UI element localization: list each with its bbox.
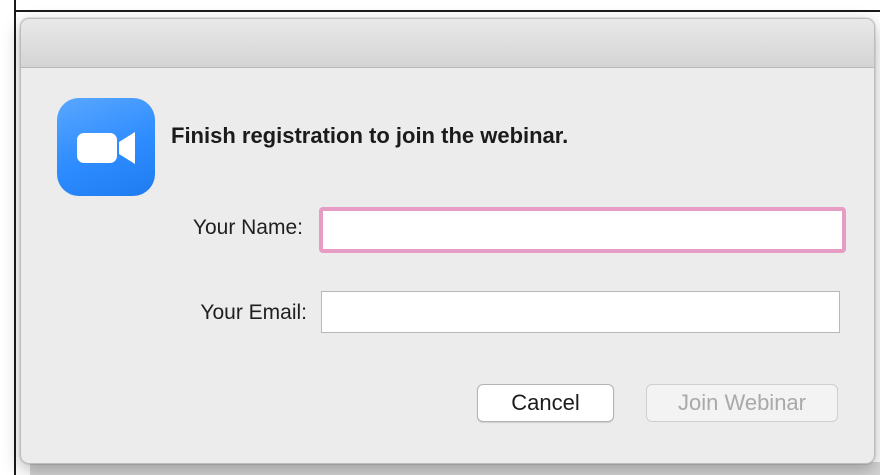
name-input[interactable] xyxy=(319,207,846,253)
window-frame-top-edge xyxy=(0,0,880,12)
join-webinar-button[interactable]: Join Webinar xyxy=(646,384,838,422)
cancel-button[interactable]: Cancel xyxy=(477,384,614,422)
video-camera-glyph xyxy=(77,132,135,164)
join-webinar-button-label: Join Webinar xyxy=(678,390,806,415)
cancel-button-label: Cancel xyxy=(511,390,580,415)
email-input[interactable] xyxy=(321,291,840,333)
name-field-label: Your Name: xyxy=(192,216,303,239)
dialog-heading: Finish registration to join the webinar. xyxy=(171,123,569,148)
email-field-label: Your Email: xyxy=(200,301,307,324)
zoom-video-camera-icon xyxy=(57,98,155,196)
dialog-titlebar[interactable] xyxy=(21,19,874,68)
registration-dialog: Finish registration to join the webinar.… xyxy=(20,18,875,464)
window-frame-left-edge xyxy=(0,0,16,475)
